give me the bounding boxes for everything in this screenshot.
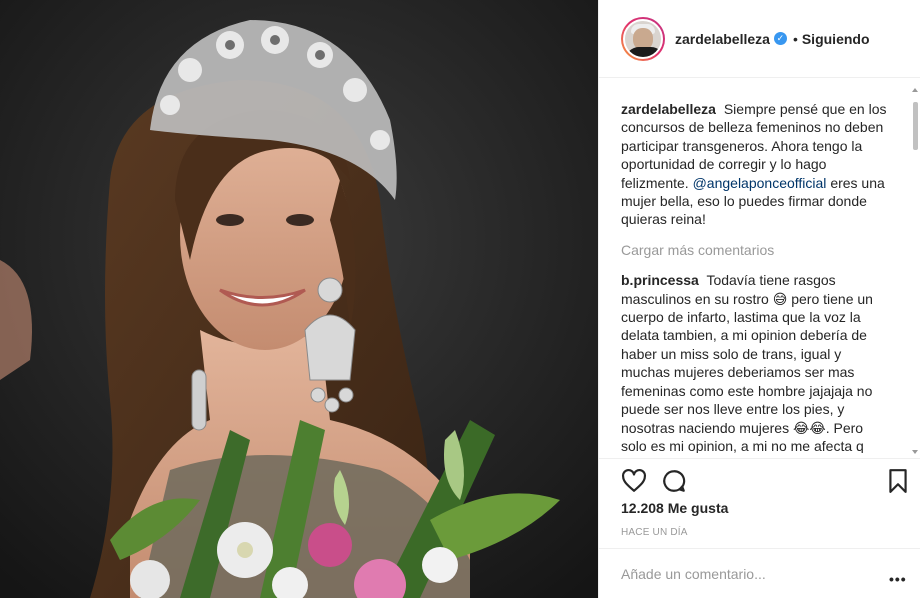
more-options-icon[interactable]: ••• bbox=[889, 571, 907, 587]
post-photo[interactable] bbox=[0, 0, 598, 598]
likes-count[interactable]: 12.208 Me gusta bbox=[621, 500, 728, 516]
post-side-panel: zardelabelleza ✓ • Siguiendo zardelabell… bbox=[598, 0, 920, 598]
profile-avatar[interactable] bbox=[623, 18, 663, 59]
load-more-comments-button[interactable]: Cargar más comentarios bbox=[621, 241, 889, 259]
add-comment-input[interactable] bbox=[621, 564, 871, 584]
header-separator: • bbox=[792, 30, 798, 47]
post-image bbox=[0, 0, 598, 598]
bookmark-icon[interactable] bbox=[885, 468, 911, 494]
caption-author[interactable]: zardelabelleza bbox=[621, 101, 716, 117]
comment-author[interactable]: b.princessa bbox=[621, 272, 699, 288]
post-header: zardelabelleza ✓ • Siguiendo bbox=[599, 0, 920, 78]
caption-mention-link[interactable]: @angelaponceofficial bbox=[693, 175, 827, 191]
comments-scrollbar-thumb[interactable] bbox=[913, 102, 918, 150]
caption: zardelabelleza Siempre pensé que en los … bbox=[621, 100, 889, 229]
add-comment-bar: ••• bbox=[599, 548, 920, 598]
story-ring[interactable] bbox=[621, 16, 665, 61]
post-timestamp[interactable]: HACE UN DÍA bbox=[621, 527, 688, 538]
verified-badge-icon: ✓ bbox=[773, 32, 787, 45]
scroll-down-arrow[interactable] bbox=[912, 450, 918, 454]
scroll-up-arrow[interactable] bbox=[912, 88, 918, 92]
header-username[interactable]: zardelabelleza bbox=[675, 31, 770, 47]
comment-icon[interactable] bbox=[661, 468, 687, 494]
comment-item: b.princessa Todavía tiene rasgos masculi… bbox=[621, 271, 889, 453]
comments-list[interactable]: zardelabelleza Siempre pensé que en los … bbox=[621, 100, 889, 453]
post-actions-bar bbox=[599, 458, 920, 500]
heart-icon[interactable] bbox=[621, 468, 647, 494]
following-button[interactable]: Siguiendo bbox=[802, 31, 870, 47]
comment-text: Todavía tiene rasgos masculinos en su ro… bbox=[621, 272, 873, 453]
